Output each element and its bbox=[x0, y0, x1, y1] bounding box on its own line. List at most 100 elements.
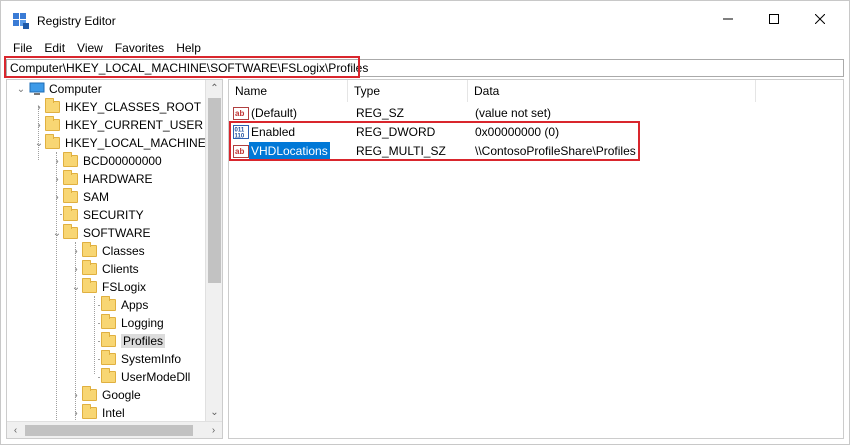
column-header-name[interactable]: Name bbox=[229, 80, 348, 102]
scroll-left-icon[interactable]: ‹ bbox=[7, 422, 24, 438]
chevron-right-icon[interactable]: › bbox=[70, 260, 82, 278]
folder-icon bbox=[63, 170, 78, 185]
tree-item-label: SystemInfo bbox=[121, 352, 182, 366]
value-name: (Default) bbox=[251, 106, 298, 120]
tree-item-usermodedll[interactable]: UserModeDll bbox=[89, 368, 190, 386]
folder-icon bbox=[101, 296, 116, 311]
string-value-icon: ab bbox=[233, 105, 249, 121]
folder-icon bbox=[63, 224, 78, 239]
tree-item-classes[interactable]: › Classes bbox=[70, 242, 145, 260]
tree-item-hardware[interactable]: › HARDWARE bbox=[51, 170, 153, 188]
chevron-right-icon[interactable]: › bbox=[70, 404, 82, 422]
chevron-right-icon[interactable]: › bbox=[70, 386, 82, 404]
chevron-right-icon[interactable]: › bbox=[33, 98, 45, 116]
address-highlight-box bbox=[4, 56, 360, 78]
window-title: Registry Editor bbox=[37, 14, 116, 28]
tree-item-label: HKEY_CURRENT_USER bbox=[65, 118, 204, 132]
tree-item-label: HKEY_CLASSES_ROOT bbox=[65, 100, 202, 114]
folder-icon bbox=[101, 350, 116, 365]
horizontal-scroll-thumb[interactable] bbox=[25, 425, 193, 436]
tree-item-label: UserModeDll bbox=[121, 370, 191, 384]
tree-item-label: SAM bbox=[83, 190, 110, 204]
tree-item-label: Clients bbox=[102, 262, 139, 276]
folder-icon bbox=[101, 332, 116, 347]
tree-item-bcd[interactable]: › BCD00000000 bbox=[51, 152, 162, 170]
folder-icon bbox=[63, 188, 78, 203]
tree-item-label: HKEY_LOCAL_MACHINE bbox=[65, 136, 206, 150]
tree-item-label: SECURITY bbox=[83, 208, 144, 222]
tree-item-sam[interactable]: › SAM bbox=[51, 188, 109, 206]
tree-item-label: HARDWARE bbox=[83, 172, 153, 186]
menu-file[interactable]: File bbox=[7, 38, 38, 58]
values-highlight-box bbox=[229, 121, 640, 161]
tree-item-fslogix[interactable]: ⌄ FSLogix bbox=[70, 278, 146, 296]
folder-icon bbox=[101, 314, 116, 329]
chevron-right-icon[interactable]: › bbox=[51, 170, 63, 188]
scroll-down-icon[interactable]: ⌄ bbox=[206, 404, 222, 421]
tree-item-google[interactable]: › Google bbox=[70, 386, 141, 404]
tree-item-label: Google bbox=[102, 388, 141, 402]
folder-icon bbox=[63, 206, 78, 221]
menu-help[interactable]: Help bbox=[170, 38, 207, 58]
close-icon bbox=[815, 14, 825, 24]
tree-item-hkey-classes-root[interactable]: › HKEY_CLASSES_ROOT bbox=[33, 98, 201, 116]
tree-item-hkey-current-user[interactable]: › HKEY_CURRENT_USER bbox=[33, 116, 203, 134]
folder-icon bbox=[45, 116, 60, 131]
chevron-right-icon[interactable]: › bbox=[51, 152, 63, 170]
tree-item-label: Classes bbox=[102, 244, 145, 258]
folder-icon bbox=[82, 278, 97, 293]
menu-favorites[interactable]: Favorites bbox=[109, 38, 170, 58]
value-type: REG_SZ bbox=[356, 106, 405, 120]
tree-item-intel[interactable]: › Intel bbox=[70, 404, 125, 422]
chevron-right-icon[interactable]: › bbox=[70, 242, 82, 260]
tree-horizontal-scrollbar[interactable]: ‹ › bbox=[7, 421, 222, 438]
tree-item-label: Intel bbox=[102, 406, 125, 420]
title-bar[interactable]: Registry Editor bbox=[1, 1, 849, 37]
tree-item-label: Apps bbox=[121, 298, 149, 312]
column-header-data[interactable]: Data bbox=[468, 80, 756, 102]
chevron-right-icon[interactable]: › bbox=[33, 116, 45, 134]
folder-icon bbox=[101, 368, 116, 383]
scroll-right-icon[interactable]: › bbox=[205, 422, 222, 438]
tree-item-label: FSLogix bbox=[102, 280, 147, 294]
chevron-down-icon[interactable]: ⌄ bbox=[33, 134, 45, 152]
menu-edit[interactable]: Edit bbox=[38, 38, 71, 58]
tree-item-security[interactable]: SECURITY bbox=[51, 206, 144, 224]
menu-bar: File Edit View Favorites Help bbox=[1, 38, 849, 58]
tree-item-systeminfo[interactable]: SystemInfo bbox=[89, 350, 181, 368]
tree-item-label: BCD00000000 bbox=[83, 154, 162, 168]
registry-editor-window: Registry Editor File Edit View Favorites… bbox=[0, 0, 850, 445]
tree-item-logging[interactable]: Logging bbox=[89, 314, 164, 332]
column-header-type[interactable]: Type bbox=[348, 80, 468, 102]
folder-icon bbox=[45, 98, 60, 113]
value-row-default[interactable]: ab (Default) REG_SZ (value not set) bbox=[229, 104, 843, 122]
folder-icon bbox=[45, 134, 60, 149]
folder-icon bbox=[82, 404, 97, 419]
chevron-down-icon[interactable]: ⌄ bbox=[70, 278, 82, 296]
folder-icon bbox=[82, 242, 97, 257]
tree-item-label: SOFTWARE bbox=[83, 226, 151, 240]
folder-icon bbox=[63, 152, 78, 167]
chevron-down-icon[interactable]: ⌄ bbox=[51, 224, 63, 242]
chevron-right-icon[interactable]: › bbox=[51, 188, 63, 206]
computer-icon bbox=[29, 82, 45, 96]
menu-view[interactable]: View bbox=[71, 38, 109, 58]
tree-item-profiles[interactable]: Profiles bbox=[89, 332, 166, 350]
tree-item-computer[interactable]: ⌄ Computer bbox=[15, 80, 102, 98]
scroll-up-icon[interactable]: ⌃ bbox=[206, 80, 222, 97]
tree-item-label: Profiles bbox=[121, 334, 166, 348]
maximize-button[interactable] bbox=[751, 1, 797, 37]
folder-icon bbox=[82, 260, 97, 275]
tree-item-hkey-local-machine[interactable]: ⌄ HKEY_LOCAL_MACHINE bbox=[33, 134, 206, 152]
key-tree-pane[interactable]: ⌄ Computer › HKEY_CLASSES_ROOT › HKEY_CU… bbox=[6, 79, 223, 439]
value-data: (value not set) bbox=[475, 106, 552, 120]
tree-vertical-scrollbar[interactable]: ⌃ ⌄ bbox=[205, 80, 222, 421]
tree-item-apps[interactable]: Apps bbox=[89, 296, 148, 314]
minimize-button[interactable] bbox=[705, 1, 751, 37]
close-button[interactable] bbox=[797, 1, 843, 37]
tree-item-software[interactable]: ⌄ SOFTWARE bbox=[51, 224, 151, 242]
vertical-scroll-thumb[interactable] bbox=[208, 98, 221, 283]
tree-item-label: Computer bbox=[49, 82, 102, 96]
tree-item-clients[interactable]: › Clients bbox=[70, 260, 139, 278]
chevron-down-icon[interactable]: ⌄ bbox=[15, 80, 27, 98]
